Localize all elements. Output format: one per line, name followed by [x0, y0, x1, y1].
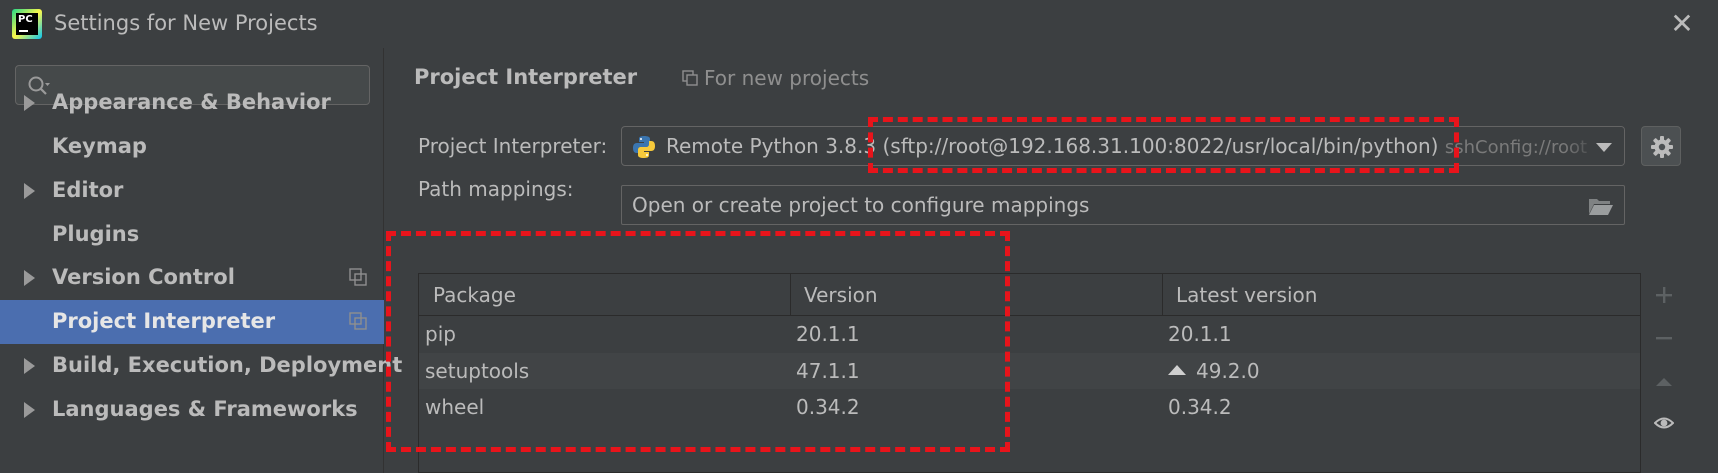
title-bar: PC Settings for New Projects ✕ [0, 0, 1718, 48]
copy-icon [349, 268, 367, 286]
interpreter-label: Project Interpreter: [418, 134, 608, 158]
sidebar-item-label: Plugins [52, 222, 140, 246]
package-name: wheel [425, 395, 485, 419]
triangle-up-icon[interactable] [1654, 371, 1674, 391]
interpreter-settings-button[interactable] [1641, 126, 1681, 166]
sidebar-item-appearance-behavior[interactable]: Appearance & Behavior [0, 81, 384, 125]
scope-hint-label: For new projects [704, 66, 870, 90]
close-icon[interactable]: ✕ [1668, 10, 1696, 38]
package-name: pip [425, 322, 456, 346]
table-row[interactable]: wheel 0.34.2 0.34.2 [419, 389, 1640, 425]
sidebar-item-build-execution-deployment[interactable]: Build, Execution, Deployment [0, 344, 402, 388]
copy-icon [682, 70, 698, 86]
chevron-right-icon[interactable] [24, 358, 35, 374]
gear-icon [1651, 136, 1673, 158]
sidebar-item-label: Project Interpreter [52, 309, 276, 333]
column-header-version[interactable]: Version [804, 283, 878, 307]
folder-open-icon[interactable] [1588, 196, 1614, 216]
chevron-down-icon [1596, 143, 1612, 152]
path-mappings-value: Open or create project to configure mapp… [632, 193, 1090, 217]
package-version: 0.34.2 [796, 395, 860, 419]
chevron-right-icon[interactable] [24, 270, 35, 286]
column-header-latest-version[interactable]: Latest version [1176, 283, 1317, 307]
sidebar-item-label: Keymap [52, 134, 147, 158]
minus-icon[interactable] [1654, 328, 1674, 348]
packages-table: Package Version Latest version pip 20.1.1… [418, 273, 1641, 473]
sidebar-item-plugins[interactable]: Plugins [0, 213, 384, 257]
interpreter-dropdown[interactable]: Remote Python 3.8.3 (sftp://root@192.168… [621, 126, 1625, 166]
sidebar-item-languages-frameworks[interactable]: Languages & Frameworks [0, 388, 384, 432]
latest-version-value: 49.2.0 [1196, 359, 1260, 383]
package-version: 20.1.1 [796, 322, 860, 346]
package-latest-version: 49.2.0 [1168, 359, 1260, 383]
table-row[interactable]: setuptools 47.1.1 49.2.0 [419, 353, 1640, 389]
plus-icon[interactable] [1654, 285, 1674, 305]
chevron-right-icon[interactable] [24, 402, 35, 418]
sidebar-item-label: Build, Execution, Deployment [52, 353, 403, 377]
eye-icon[interactable] [1654, 413, 1674, 433]
python-icon [633, 136, 655, 158]
settings-sidebar: Appearance & Behavior Keymap Editor Plugins… [0, 48, 402, 473]
package-version: 47.1.1 [796, 359, 860, 383]
table-row[interactable]: pip 20.1.1 20.1.1 [419, 316, 1640, 352]
triangle-up-icon [1168, 365, 1186, 375]
window-title: Settings for New Projects [54, 11, 318, 35]
package-latest-version: 0.34.2 [1168, 395, 1232, 419]
latest-version-value: 20.1.1 [1168, 322, 1232, 346]
table-header: Package Version Latest version [419, 274, 1640, 316]
sidebar-item-keymap[interactable]: Keymap [0, 125, 384, 169]
package-latest-version: 20.1.1 [1168, 322, 1232, 346]
settings-main-panel: Project Interpreter For new projects Pro… [385, 48, 1718, 473]
path-mappings-field[interactable]: Open or create project to configure mapp… [621, 185, 1625, 225]
sidebar-item-editor[interactable]: Editor [0, 169, 384, 213]
sidebar-item-label: Appearance & Behavior [52, 90, 331, 114]
sidebar-item-label: Languages & Frameworks [52, 397, 358, 421]
sidebar-item-label: Editor [52, 178, 124, 202]
interpreter-path: (sftp://root@192.168.31.100:8022/usr/loc… [882, 134, 1439, 158]
package-name: setuptools [425, 359, 530, 383]
path-mappings-label: Path mappings: [418, 177, 574, 201]
scope-hint: For new projects [682, 66, 869, 90]
column-header-package[interactable]: Package [433, 283, 516, 307]
latest-version-value: 0.34.2 [1168, 395, 1232, 419]
sidebar-item-version-control[interactable]: Version Control [0, 256, 384, 300]
chevron-right-icon[interactable] [24, 183, 35, 199]
interpreter-name: Remote Python 3.8.3 [666, 134, 877, 158]
pycharm-logo-icon: PC [12, 9, 42, 39]
chevron-right-icon[interactable] [24, 95, 35, 111]
copy-icon [349, 312, 367, 330]
page-title: Project Interpreter [414, 65, 638, 89]
sidebar-item-label: Version Control [52, 265, 235, 289]
package-toolbar [1643, 273, 1685, 473]
sidebar-item-project-interpreter[interactable]: Project Interpreter [0, 300, 384, 344]
